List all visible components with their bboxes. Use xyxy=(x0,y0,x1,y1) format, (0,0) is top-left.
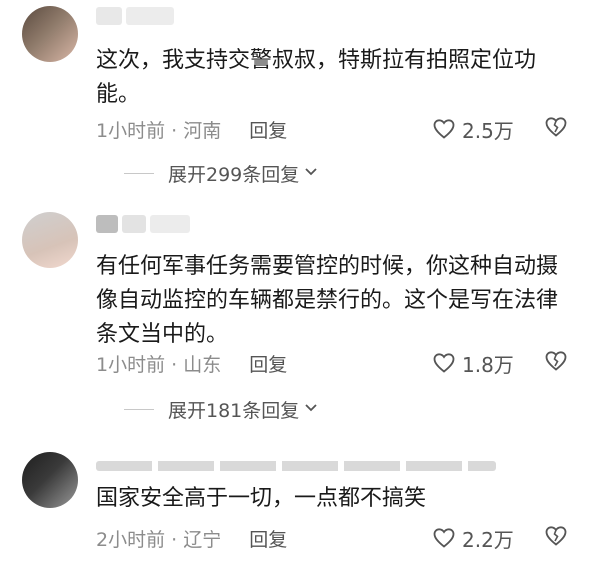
comment-meta: 1小时前 · 山东 回复 1.8万 xyxy=(96,348,586,378)
expand-label: 展开299条回复 xyxy=(168,163,300,186)
comment-meta: 2小时前 · 辽宁 回复 2.2万 xyxy=(96,523,586,553)
username-redacted[interactable] xyxy=(96,214,190,234)
time-location: 2小时前 · 辽宁 xyxy=(96,528,222,551)
reply-button[interactable]: 回复 xyxy=(249,525,287,552)
comment-text: 国家安全高于一切，一点都不搞笑 xyxy=(96,486,427,511)
heart-broken-outline-icon xyxy=(545,116,567,137)
heart-outline-icon xyxy=(433,353,455,373)
like-button[interactable]: 2.2万 xyxy=(432,524,514,553)
expand-replies[interactable]: 展开181条回复 xyxy=(124,394,319,424)
avatar[interactable] xyxy=(22,6,78,62)
avatar[interactable] xyxy=(22,452,78,508)
divider-line xyxy=(124,172,154,174)
redacted-block xyxy=(96,461,496,471)
redacted-block xyxy=(122,215,146,233)
heart-outline-icon xyxy=(433,528,455,548)
redacted-block xyxy=(96,215,118,233)
like-count: 1.8万 xyxy=(462,352,514,377)
reply-button[interactable]: 回复 xyxy=(249,350,287,377)
redacted-block xyxy=(96,7,122,25)
comment-text: 这次，我支持交警叔叔，特斯拉有拍照定位功能。 xyxy=(96,48,537,107)
redacted-block xyxy=(150,215,190,233)
like-button[interactable]: 1.8万 xyxy=(432,349,514,378)
chevron-down-icon xyxy=(303,398,319,420)
heart-broken-outline-icon xyxy=(545,525,567,546)
divider-line xyxy=(124,408,154,410)
like-count: 2.5万 xyxy=(462,118,514,143)
username-redacted[interactable] xyxy=(96,6,174,26)
chevron-down-icon xyxy=(303,162,319,184)
reply-button[interactable]: 回复 xyxy=(249,116,287,143)
expand-replies[interactable]: 展开299条回复 xyxy=(124,158,319,188)
like-button[interactable]: 2.5万 xyxy=(432,115,514,144)
dislike-button[interactable] xyxy=(544,524,568,553)
comment-text: 有任何军事任务需要管控的时候，你这种自动摄像自动监控的车辆都是禁行的。这个是写在… xyxy=(96,254,559,347)
username-redacted[interactable] xyxy=(96,456,496,476)
dislike-button[interactable] xyxy=(544,115,568,144)
like-count: 2.2万 xyxy=(462,527,514,552)
avatar[interactable] xyxy=(22,212,78,268)
heart-broken-outline-icon xyxy=(545,350,567,371)
heart-outline-icon xyxy=(433,119,455,139)
expand-label: 展开181条回复 xyxy=(168,399,300,422)
dislike-button[interactable] xyxy=(544,349,568,378)
redacted-block xyxy=(126,7,174,25)
comment-meta: 1小时前 · 河南 回复 2.5万 xyxy=(96,114,586,144)
time-location: 1小时前 · 河南 xyxy=(96,119,222,142)
time-location: 1小时前 · 山东 xyxy=(96,353,222,376)
